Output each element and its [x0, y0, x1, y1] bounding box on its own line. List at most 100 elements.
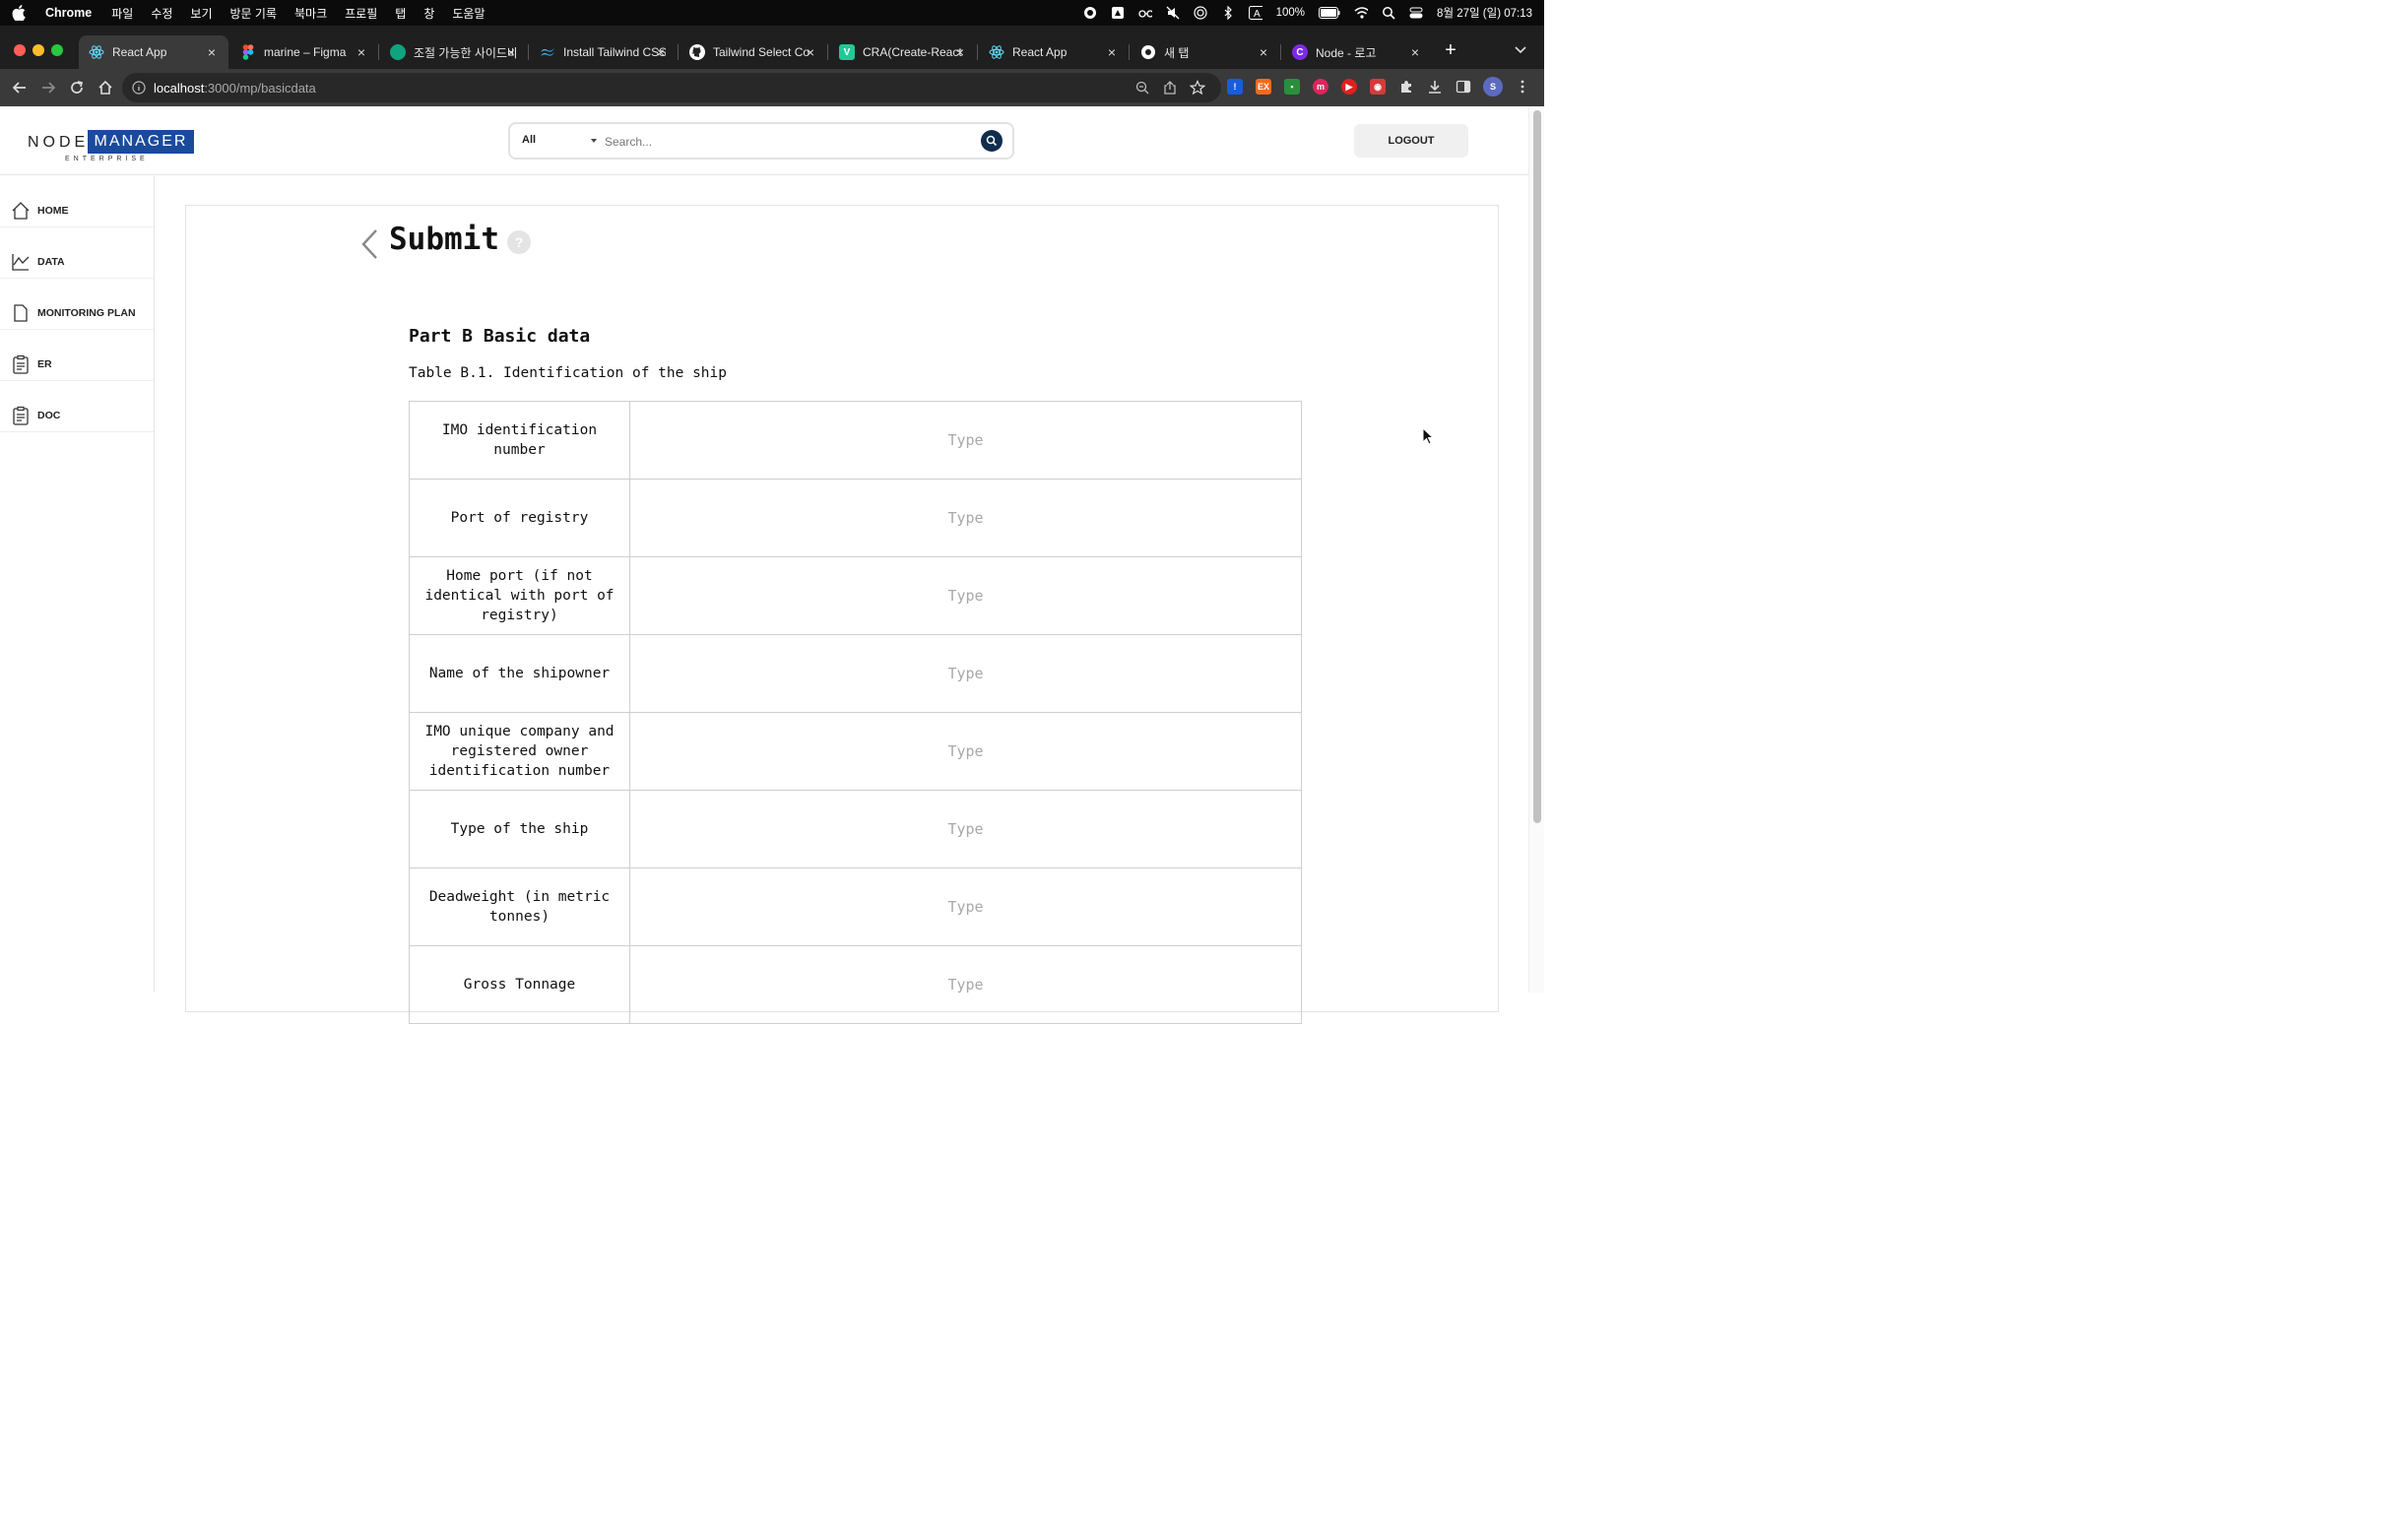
- home-button-icon[interactable]: [97, 79, 114, 96]
- sidebar-item-label: ER: [37, 357, 52, 370]
- menu-help[interactable]: 도움말: [452, 5, 485, 22]
- bookmark-star-icon[interactable]: [1189, 80, 1206, 96]
- glasses-icon[interactable]: [1137, 6, 1152, 20]
- menu-tab[interactable]: 탭: [395, 5, 406, 22]
- table-row: Home port (if not identical with port of…: [409, 556, 1302, 635]
- tab-node-logo[interactable]: C Node - 로고 ×: [1282, 35, 1432, 69]
- window-minimize-button[interactable]: [32, 44, 44, 56]
- tab-figma[interactable]: marine – Figma ×: [230, 35, 379, 69]
- tab-close-icon[interactable]: ×: [504, 45, 518, 59]
- sidebar-item-monitoring-plan[interactable]: MONITORING PLAN: [0, 296, 154, 330]
- back-arrow-icon[interactable]: [11, 79, 29, 96]
- reload-icon[interactable]: [68, 79, 86, 96]
- new-tab-plus-icon[interactable]: +: [1442, 40, 1459, 60]
- play-extension-icon[interactable]: ▶: [1341, 79, 1357, 95]
- forward-arrow-icon[interactable]: [39, 79, 57, 96]
- main-content-card: Submit ? Part B Basic data Table B.1. Id…: [185, 205, 1499, 1024]
- menu-file[interactable]: 파일: [111, 5, 133, 22]
- tab-new-tab[interactable]: 새 탭 ×: [1131, 35, 1281, 69]
- extensions-puzzle-icon[interactable]: [1398, 79, 1414, 95]
- zoom-icon[interactable]: [1134, 80, 1150, 96]
- tab-tailwind-select[interactable]: Tailwind Select Co ×: [680, 35, 828, 69]
- tab-close-icon[interactable]: ×: [654, 45, 668, 59]
- sidebar-item-er[interactable]: ER: [0, 348, 154, 381]
- tab-react-app-active[interactable]: React App ×: [79, 35, 228, 69]
- row-value-cell: [629, 867, 1302, 946]
- site-info-icon[interactable]: [132, 81, 146, 95]
- tab-close-icon[interactable]: ×: [355, 45, 368, 59]
- side-panel-icon[interactable]: [1456, 79, 1471, 95]
- input-source-icon[interactable]: A: [1248, 6, 1262, 20]
- tab-chatgpt[interactable]: 조절 가능한 사이드바 ×: [380, 35, 529, 69]
- address-bar[interactable]: localhost:3000/mp/basicdata: [122, 73, 1221, 102]
- tab-search-chevron-icon[interactable]: [1513, 43, 1528, 57]
- url-path: :3000/mp/basicdata: [204, 80, 316, 96]
- port-of-registry-input[interactable]: [630, 480, 1301, 556]
- tab-title: marine – Figma: [264, 45, 347, 59]
- spotlight-search-icon[interactable]: [1382, 6, 1395, 20]
- menu-profiles[interactable]: 프로필: [345, 5, 377, 22]
- apple-icon[interactable]: [12, 5, 28, 21]
- profile-avatar[interactable]: S: [1483, 77, 1503, 96]
- tab-close-icon[interactable]: ×: [804, 45, 817, 59]
- tab-close-icon[interactable]: ×: [953, 45, 967, 59]
- tab-cra-velog[interactable]: V CRA(Create-React ×: [829, 35, 978, 69]
- mute-icon[interactable]: [1166, 6, 1180, 20]
- tab-title: React App: [1012, 45, 1068, 59]
- tab-react-app-2[interactable]: React App ×: [979, 35, 1130, 69]
- window-zoom-button[interactable]: [51, 44, 63, 56]
- wifi-icon[interactable]: [1354, 6, 1369, 20]
- shipowner-name-input[interactable]: [630, 635, 1301, 712]
- record-icon[interactable]: [1083, 6, 1097, 20]
- search-input[interactable]: [605, 132, 959, 152]
- ship-type-input[interactable]: [630, 791, 1301, 867]
- tab-close-icon[interactable]: ×: [1257, 45, 1270, 59]
- menu-bookmarks[interactable]: 북마크: [294, 5, 327, 22]
- menu-history[interactable]: 방문 기록: [230, 5, 278, 22]
- tab-close-icon[interactable]: ×: [205, 45, 219, 59]
- airdrop-icon[interactable]: [1194, 6, 1207, 20]
- scrollbar-thumb[interactable]: [1533, 110, 1541, 823]
- green-extension-icon[interactable]: ▪: [1284, 79, 1300, 95]
- share-icon[interactable]: [1162, 80, 1178, 96]
- scope-caret-icon[interactable]: [591, 139, 597, 143]
- m-extension-icon[interactable]: m: [1313, 79, 1328, 95]
- logout-button[interactable]: LOGOUT: [1354, 124, 1468, 158]
- company-id-input[interactable]: [630, 713, 1301, 790]
- menu-view[interactable]: 보기: [190, 5, 212, 22]
- search-icon[interactable]: [981, 130, 1003, 152]
- gross-tonnage-input[interactable]: [630, 946, 1301, 1023]
- window-close-button[interactable]: [14, 44, 26, 56]
- download-icon[interactable]: [1427, 79, 1443, 95]
- global-search: All: [508, 122, 1014, 160]
- menu-edit[interactable]: 수정: [151, 5, 172, 22]
- help-icon[interactable]: ?: [507, 230, 531, 254]
- tab-close-icon[interactable]: ×: [1408, 45, 1422, 59]
- table-row: IMO unique company and registered owner …: [409, 712, 1302, 791]
- search-scope-select[interactable]: All: [522, 134, 536, 146]
- red-extension-icon[interactable]: ◉: [1370, 79, 1386, 95]
- deadweight-input[interactable]: [630, 868, 1301, 945]
- chrome-menu-kebab-icon[interactable]: [1515, 79, 1530, 95]
- home-port-input[interactable]: [630, 557, 1301, 634]
- control-center-icon[interactable]: [1409, 6, 1423, 20]
- bluetooth-icon[interactable]: [1221, 6, 1235, 20]
- back-chevron-icon[interactable]: [359, 227, 379, 261]
- tab-close-icon[interactable]: ×: [1105, 45, 1119, 59]
- sidebar-item-doc[interactable]: DOC: [0, 399, 154, 432]
- tab-tailwind-install[interactable]: Install Tailwind CSS ×: [530, 35, 679, 69]
- sidebar-item-home[interactable]: HOME: [0, 194, 154, 227]
- bitwarden-extension-icon[interactable]: !: [1227, 79, 1243, 95]
- sidebar-item-data[interactable]: DATA: [0, 245, 154, 279]
- battery-icon[interactable]: [1319, 6, 1340, 20]
- ex-extension-icon[interactable]: EX: [1256, 79, 1271, 95]
- row-label: Gross Tonnage: [409, 945, 630, 1024]
- drive-icon[interactable]: [1111, 6, 1125, 20]
- date-time[interactable]: 8월 27일 (일) 07:13: [1437, 5, 1532, 21]
- react-icon: [89, 44, 104, 60]
- tailwind-icon: [540, 44, 555, 60]
- page-scrollbar[interactable]: [1528, 106, 1544, 993]
- app-menu-chrome[interactable]: Chrome: [45, 6, 92, 20]
- menu-window[interactable]: 창: [423, 5, 434, 22]
- imo-number-input[interactable]: [630, 402, 1301, 479]
